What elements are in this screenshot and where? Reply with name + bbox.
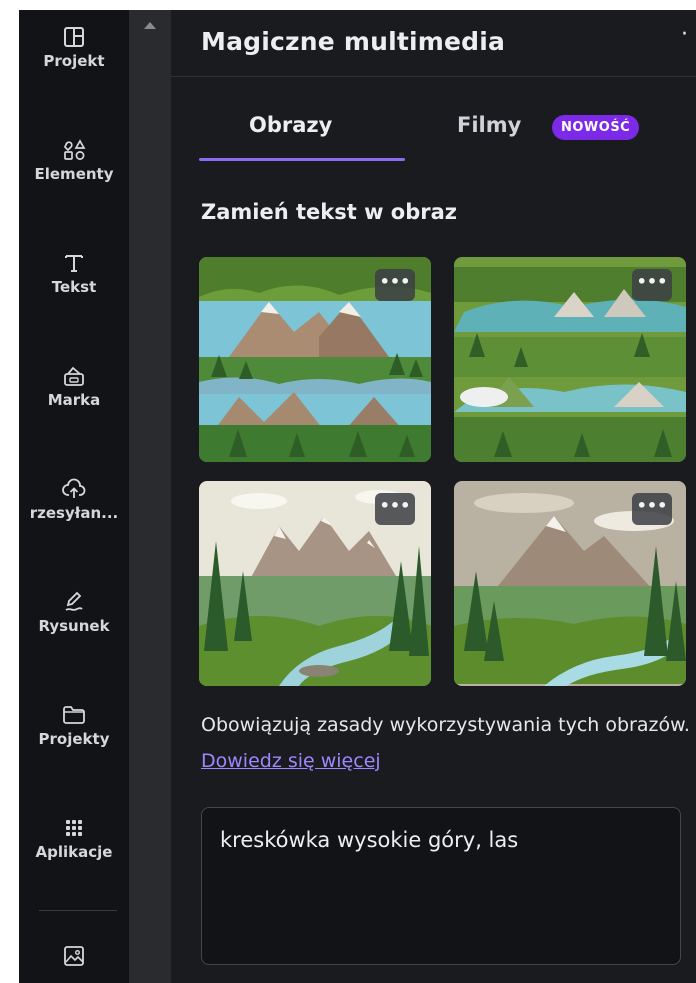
sidebar-item-label: Rysunek <box>38 617 110 635</box>
brand-icon <box>61 363 87 389</box>
more-options-icon[interactable]: ••• <box>632 269 672 301</box>
sidebar-item-label: Projekt <box>43 52 105 70</box>
sidebar-item-tekst[interactable]: Tekst <box>19 236 129 336</box>
panel-title: Magiczne multimedia <box>201 27 506 56</box>
more-options-icon[interactable]: ••• <box>375 493 415 525</box>
active-tab-indicator <box>199 158 405 161</box>
divider <box>171 76 696 77</box>
sidebar-item-uploads[interactable]: rzesyłan... <box>19 462 129 562</box>
new-badge: NOWOŚĆ <box>552 115 640 140</box>
generated-image-1[interactable]: ••• <box>199 257 431 462</box>
generated-image-4[interactable]: ••• <box>454 481 686 686</box>
draw-icon <box>61 589 87 615</box>
sidebar-item-rysunek[interactable]: Rysunek <box>19 575 129 675</box>
folder-icon <box>61 702 87 728</box>
text-icon <box>61 250 87 276</box>
more-options-icon[interactable]: · <box>681 22 688 47</box>
sidebar-divider <box>39 910 117 911</box>
sidebar-item-label: Aplikacje <box>35 843 113 861</box>
scroll-up-arrow-icon[interactable] <box>144 22 156 29</box>
upload-icon <box>61 476 87 502</box>
scrollbar[interactable] <box>129 10 171 983</box>
sidebar-item-label: rzesyłan... <box>29 504 119 522</box>
sidebar-item-projekty[interactable]: Projekty <box>19 688 129 788</box>
prompt-input[interactable]: kreskówka wysokie góry, las <box>201 807 681 965</box>
generated-image-3[interactable]: ••• <box>199 481 431 686</box>
image-icon <box>61 943 87 969</box>
sidebar-item-media[interactable] <box>19 935 129 975</box>
left-sidebar: Projekt Elementy Tekst Marka rzesyłan... <box>19 10 129 983</box>
tab-filmy[interactable]: Filmy <box>457 113 521 137</box>
section-heading: Zamień tekst w obraz <box>201 200 457 224</box>
magic-media-panel: Magiczne multimedia · Obrazy Filmy NOWOŚ… <box>171 10 696 983</box>
sidebar-item-aplikacje[interactable]: Aplikacje <box>19 801 129 901</box>
more-options-icon[interactable]: ••• <box>632 493 672 525</box>
prompt-input-value: kreskówka wysokie góry, las <box>220 828 519 852</box>
usage-policy-text: Obowiązują zasady wykorzystywania tych o… <box>201 707 691 779</box>
apps-icon <box>61 815 87 841</box>
policy-text: Obowiązują zasady wykorzystywania tych o… <box>201 714 690 736</box>
sidebar-item-marka[interactable]: Marka <box>19 349 129 449</box>
sidebar-item-projekt[interactable]: Projekt <box>19 10 129 110</box>
tab-obrazy[interactable]: Obrazy <box>249 113 332 137</box>
sidebar-item-label: Projekty <box>38 730 110 748</box>
shapes-icon <box>61 137 87 163</box>
more-options-icon[interactable]: ••• <box>375 269 415 301</box>
generated-image-2[interactable]: ••• <box>454 257 686 462</box>
layout-icon <box>61 24 87 50</box>
sidebar-item-elementy[interactable]: Elementy <box>19 123 129 223</box>
sidebar-item-label: Elementy <box>34 165 114 183</box>
sidebar-item-label: Marka <box>47 391 101 409</box>
learn-more-link[interactable]: Dowiedz się więcej <box>201 750 381 772</box>
sidebar-item-label: Tekst <box>51 278 97 296</box>
app-window: Projekt Elementy Tekst Marka rzesyłan... <box>19 10 696 983</box>
